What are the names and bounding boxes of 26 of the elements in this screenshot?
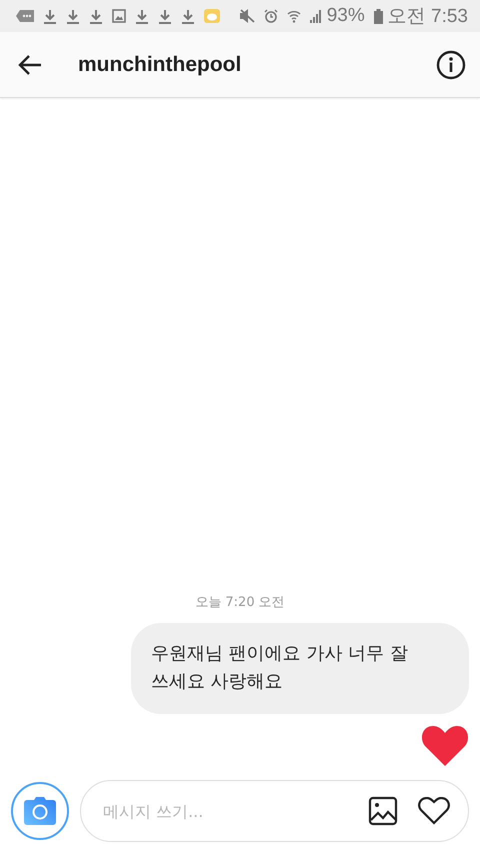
download-icon <box>89 8 103 24</box>
heart-outline-icon[interactable] <box>418 797 450 825</box>
download-icon <box>66 8 80 24</box>
battery-percent: 93% <box>326 5 365 27</box>
wifi-icon <box>286 9 301 23</box>
battery-icon <box>374 8 383 24</box>
app-icon <box>204 9 220 23</box>
username-title: munchinthepool <box>78 52 242 76</box>
message-input[interactable]: 메시지 쓰기... <box>101 800 348 822</box>
gallery-icon[interactable] <box>368 796 398 826</box>
camera-icon[interactable] <box>24 797 56 825</box>
message-icon <box>16 10 34 22</box>
clock: 오전 7:53 <box>388 5 468 29</box>
image-icon <box>112 9 126 23</box>
download-icon <box>135 8 149 24</box>
mute-icon <box>238 9 255 23</box>
heart-icon <box>421 724 469 766</box>
message-bubble: 우원재님 팬이에요 가사 너무 잘쓰세요 사랑해요 <box>131 623 469 714</box>
timestamp: 오늘 7:20 오전 <box>195 594 285 611</box>
info-button[interactable] <box>436 50 466 80</box>
download-icon <box>43 8 57 24</box>
download-icon <box>158 8 172 24</box>
signal-icon <box>310 10 322 22</box>
back-button[interactable] <box>18 54 42 74</box>
alarm-icon <box>264 9 278 23</box>
download-icon <box>181 8 195 24</box>
